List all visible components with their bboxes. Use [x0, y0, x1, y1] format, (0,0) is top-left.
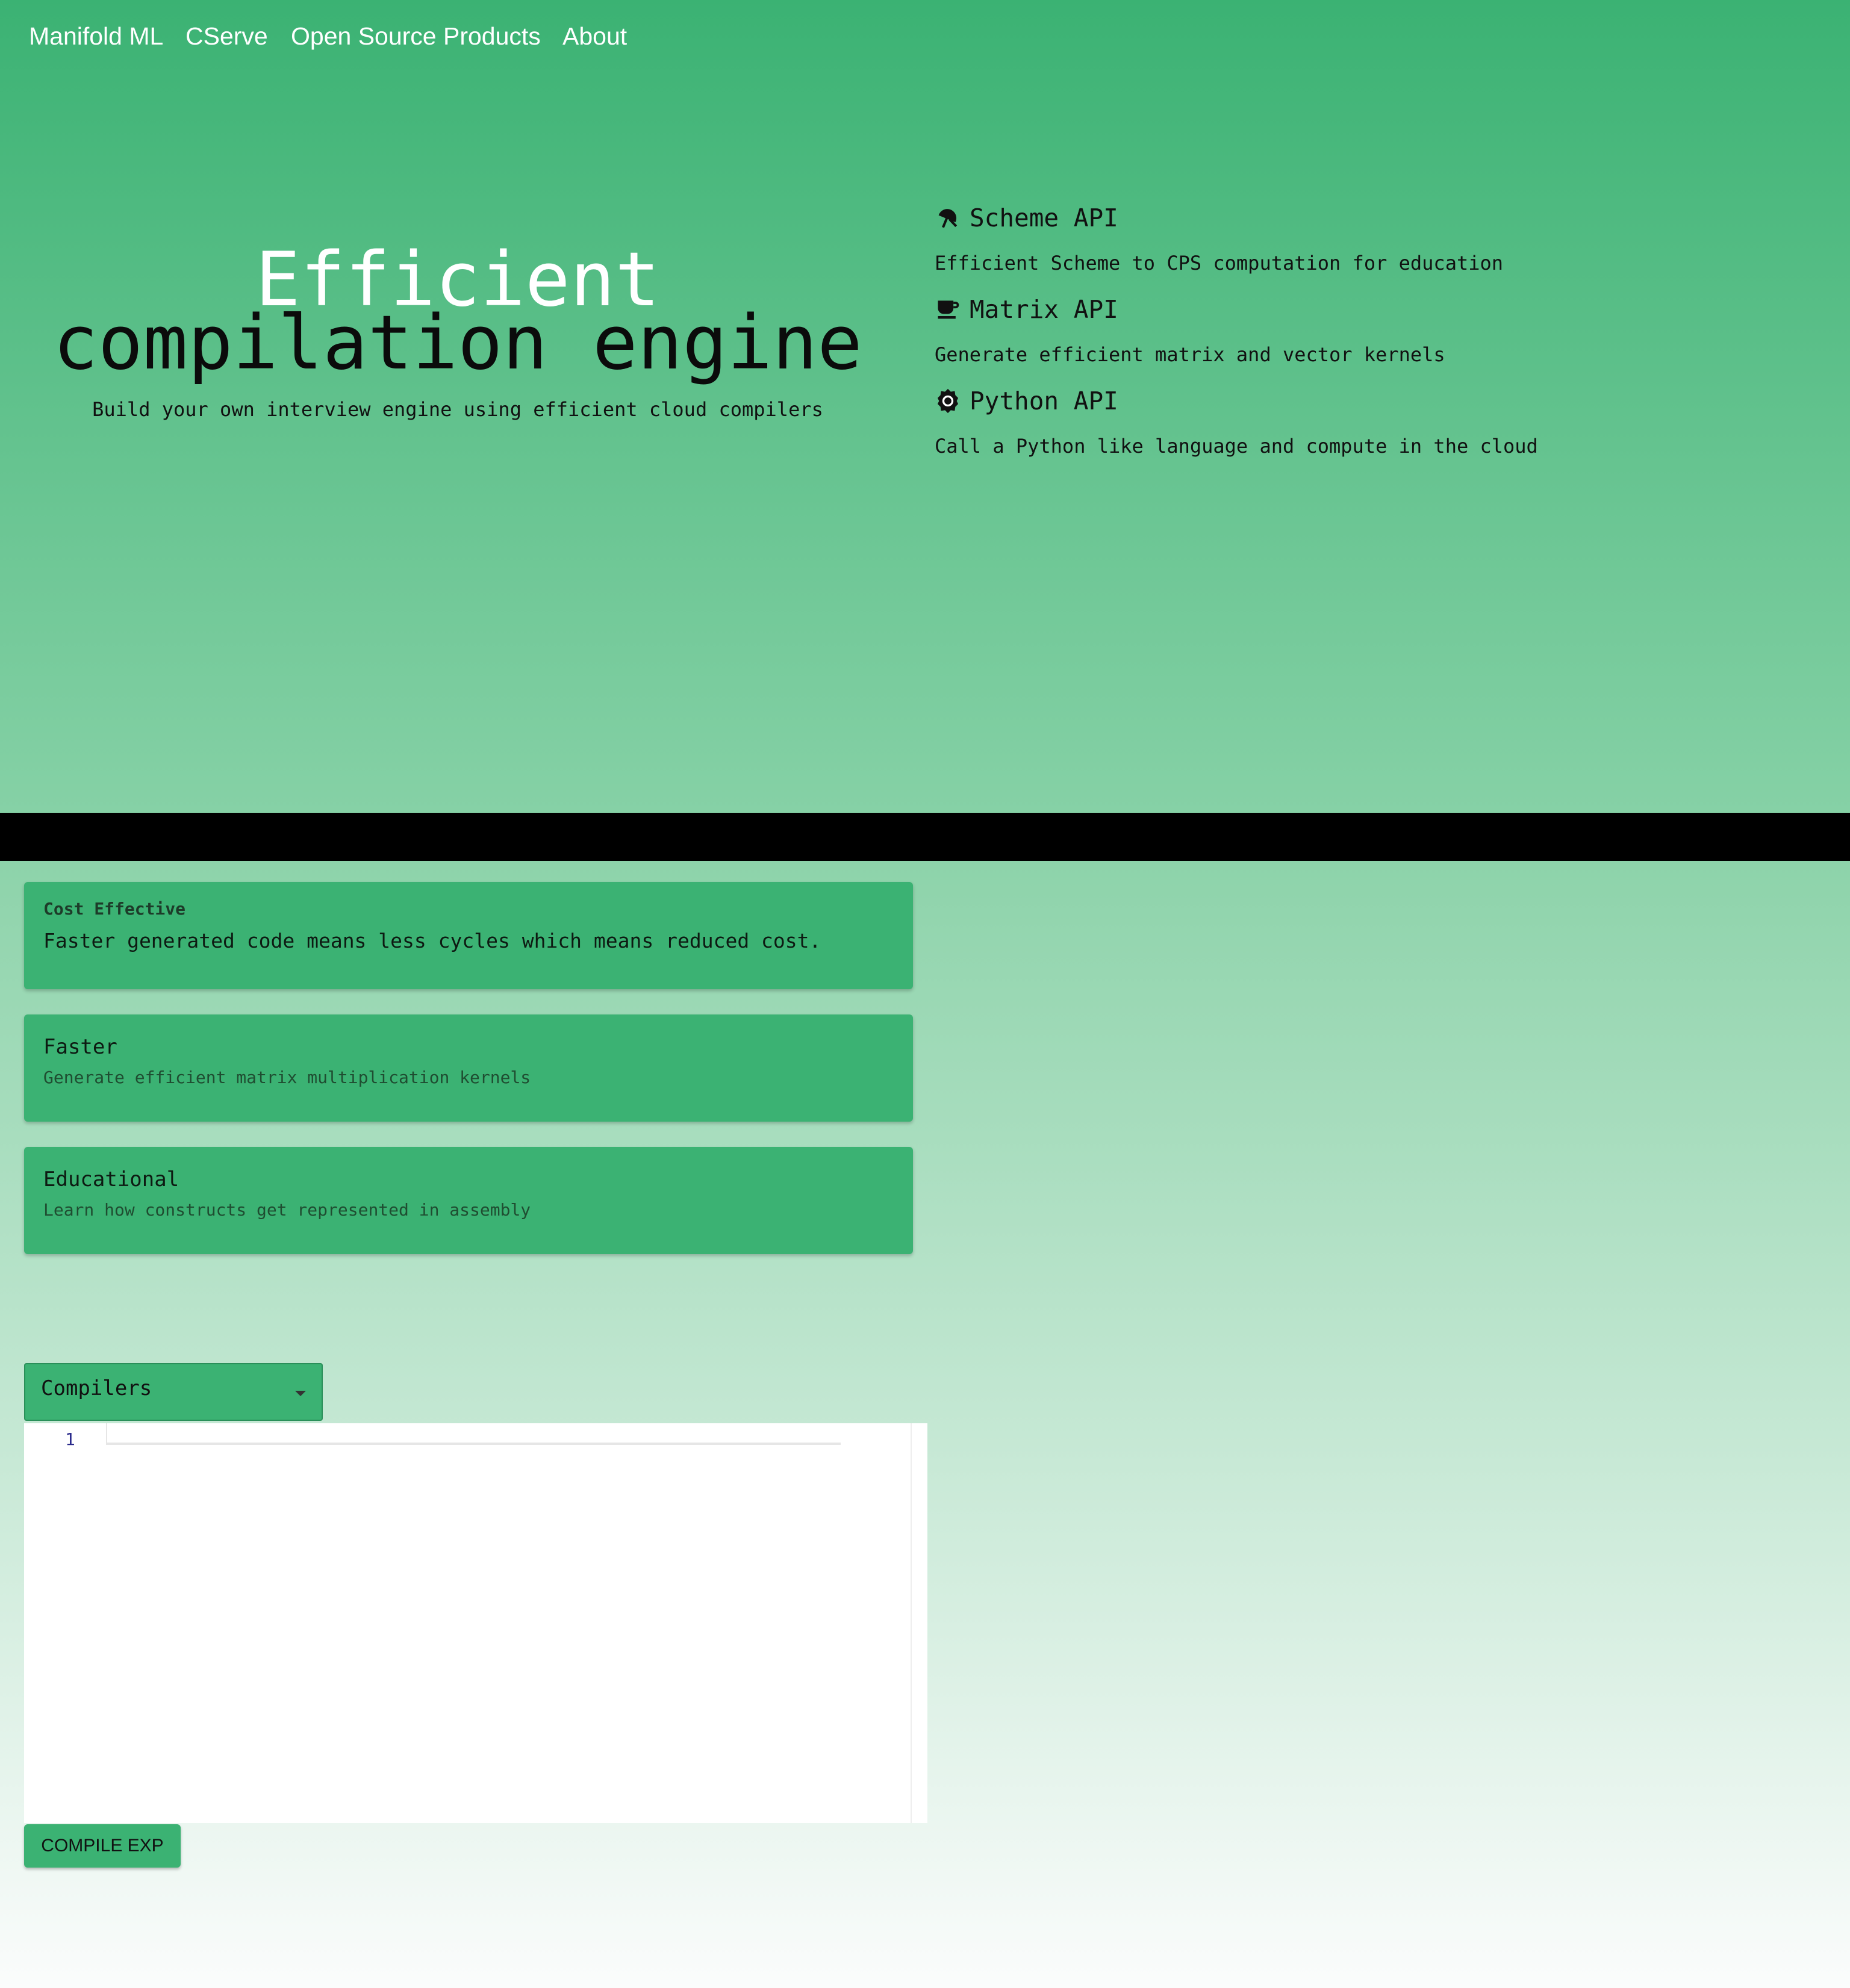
card-overline: Cost Effective [43, 899, 186, 919]
hero-title-line2: compilation engine [53, 300, 862, 387]
card-cost-effective: Cost Effective Faster generated code mea… [24, 882, 913, 989]
active-line-highlight [106, 1423, 841, 1445]
hero-subtitle: Build your own interview engine using ef… [92, 398, 823, 421]
card-body: Faster generated code means less cycles … [43, 929, 821, 952]
code-editor[interactable]: 1 [24, 1423, 927, 1823]
compilers-select[interactable]: Compilers [24, 1363, 323, 1421]
nav-link-manifold-ml[interactable]: Manifold ML [29, 19, 163, 53]
feature-title-python-api: Python API [970, 387, 1118, 415]
section-divider [0, 813, 1850, 861]
feature-desc-matrix-api: Generate efficient matrix and vector ker… [935, 343, 1445, 366]
nav-link-open-source-products[interactable]: Open Source Products [291, 19, 541, 53]
card-title: Faster [43, 1035, 117, 1059]
editor-scrollbar[interactable] [911, 1423, 912, 1823]
card-subtitle: Generate efficient matrix multiplication… [43, 1067, 531, 1087]
card-faster: Faster Generate efficient matrix multipl… [24, 1014, 913, 1122]
chevron-down-icon [295, 1391, 306, 1396]
feature-desc-python-api: Call a Python like language and compute … [935, 435, 1538, 458]
feature-desc-scheme-api: Efficient Scheme to CPS computation for … [935, 252, 1504, 275]
feature-title-scheme-api: Scheme API [970, 203, 1118, 232]
coffee-cup-icon [938, 300, 959, 319]
feature-title-matrix-api: Matrix API [970, 295, 1118, 324]
line-number: 1 [65, 1429, 75, 1449]
card-educational: Educational Learn how constructs get rep… [24, 1147, 913, 1254]
select-label: Compilers [41, 1376, 152, 1400]
card-subtitle: Learn how constructs get represented in … [43, 1200, 531, 1220]
nav-link-cserve[interactable]: CServe [185, 19, 268, 53]
compile-button[interactable]: COMPILE EXP [24, 1824, 181, 1868]
nav-link-about[interactable]: About [562, 19, 627, 53]
umbrella-icon [938, 209, 958, 228]
card-title: Educational [43, 1167, 179, 1191]
settings-gear-icon [937, 388, 959, 414]
